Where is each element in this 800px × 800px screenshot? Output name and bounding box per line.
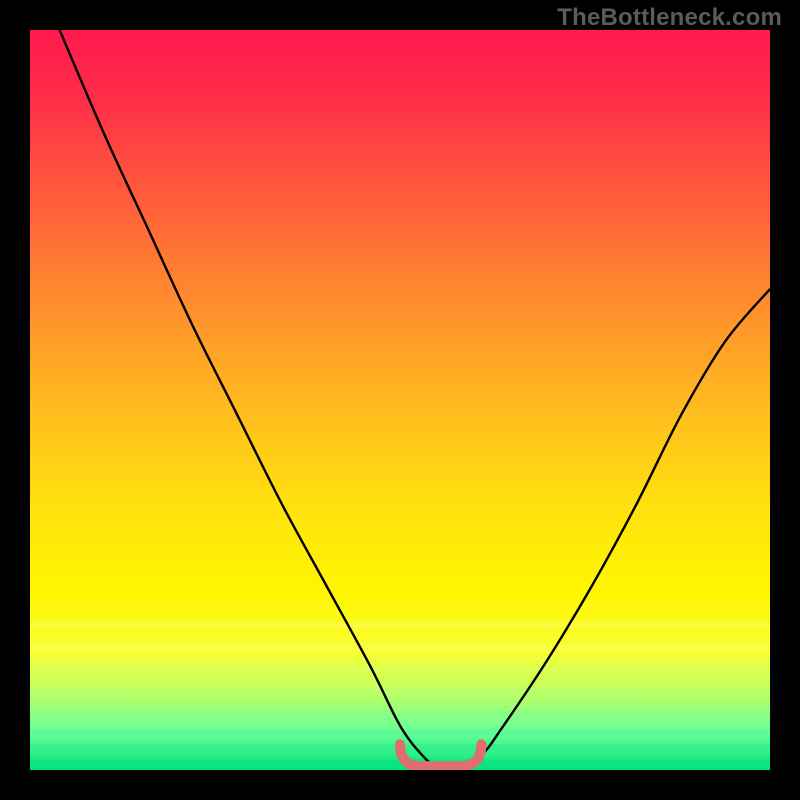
plot-area (30, 30, 770, 770)
valley-marker-path (400, 744, 481, 766)
bottleneck-curve-path (60, 30, 770, 768)
watermark-text: TheBottleneck.com (557, 4, 782, 32)
curve-layer (30, 30, 770, 770)
chart-frame: TheBottleneck.com (0, 0, 800, 800)
